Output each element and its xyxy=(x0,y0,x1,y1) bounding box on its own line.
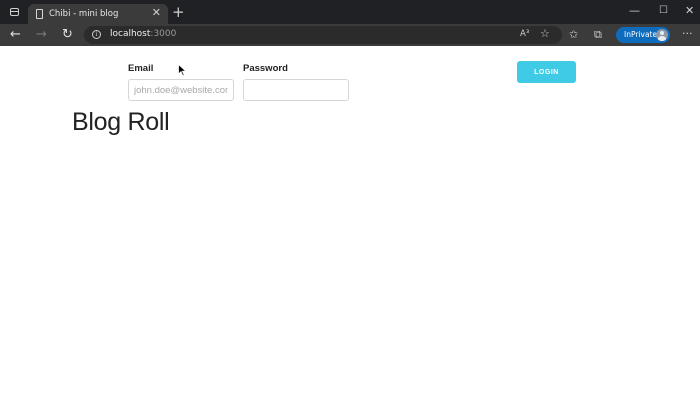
page-title: Blog Roll xyxy=(72,108,170,136)
forward-arrow-icon[interactable]: → xyxy=(36,27,47,43)
new-tab-plus-icon[interactable]: + xyxy=(172,5,185,20)
avatar xyxy=(656,29,668,41)
tab-close-icon[interactable]: ✕ xyxy=(152,7,161,19)
back-arrow-icon[interactable]: ← xyxy=(10,27,21,43)
inprivate-badge[interactable]: InPrivate xyxy=(616,27,670,43)
page-content: Email Password LOGIN Blog Roll xyxy=(0,46,700,420)
window-icon[interactable] xyxy=(10,8,19,16)
password-label: Password xyxy=(243,63,288,74)
refresh-icon[interactable]: ↻ xyxy=(62,27,73,43)
maximize-icon[interactable]: ☐ xyxy=(659,4,668,18)
email-input[interactable] xyxy=(128,79,234,101)
email-label: Email xyxy=(128,63,154,74)
inprivate-label: InPrivate xyxy=(624,30,658,39)
tab-title: Chibi - mini blog xyxy=(49,9,119,19)
favorites-icon[interactable]: ✩ xyxy=(569,28,578,42)
collections-icon[interactable]: ⧉ xyxy=(594,28,602,42)
url-text[interactable]: localhost:3000 xyxy=(110,29,176,39)
browser-tab[interactable]: Chibi - mini blog ✕ xyxy=(28,4,168,24)
password-input[interactable] xyxy=(243,79,349,101)
minimize-icon[interactable]: — xyxy=(629,4,640,18)
read-aloud-icon[interactable]: A³ xyxy=(520,29,529,39)
favorite-star-icon[interactable]: ☆ xyxy=(540,27,550,40)
address-bar[interactable]: i localhost:3000 A³ ☆ xyxy=(84,26,562,44)
page-icon xyxy=(36,9,43,19)
browser-toolbar: ← → ↻ i localhost:3000 A³ ☆ ✩ ⧉ InPrivat… xyxy=(0,24,700,46)
title-bar: Chibi - mini blog ✕ + — ☐ ✕ xyxy=(0,0,700,24)
url-host: localhost xyxy=(110,29,151,39)
info-icon[interactable]: i xyxy=(92,30,101,39)
window-close-icon[interactable]: ✕ xyxy=(685,4,694,18)
url-port: :3000 xyxy=(150,29,177,39)
cursor-icon xyxy=(178,64,187,77)
more-icon[interactable]: ··· xyxy=(682,27,693,40)
login-button[interactable]: LOGIN xyxy=(517,61,576,83)
